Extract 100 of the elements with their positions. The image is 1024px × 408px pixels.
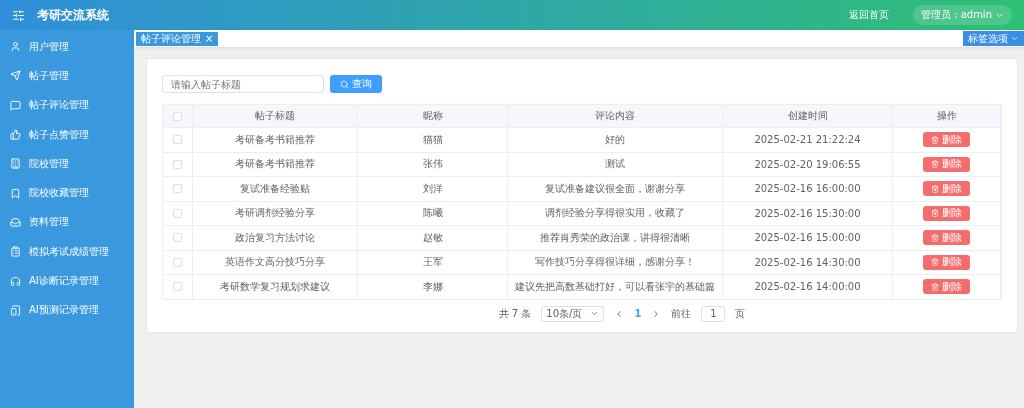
checkbox[interactable] [173,184,182,194]
goto-label: 前往 [671,306,692,321]
table-cell: 测试 [508,151,723,176]
user-icon [10,41,21,53]
delete-button[interactable]: 删除 [923,279,970,295]
sidebar-item[interactable]: 帖子管理 [0,61,134,91]
sidebar-item[interactable]: 模拟考试成绩管理 [0,237,134,267]
table-cell: 复试准备建议很全面，谢谢分享 [508,176,723,201]
close-icon[interactable]: × [205,33,214,44]
trash-icon [931,233,939,242]
delete-button[interactable]: 删除 [923,205,970,221]
search-icon [340,79,349,89]
delete-button[interactable]: 删除 [923,254,970,270]
checkbox[interactable] [173,111,182,121]
column-header: 帖子标题 [193,105,358,127]
sidebar-label: 模拟考试成绩管理 [29,244,109,259]
sidebar-item[interactable]: 用户管理 [0,32,134,62]
table-cell: 刘洋 [358,176,508,201]
table-cell: 2025-02-20 19:06:55 [723,151,893,176]
table-cell: 李娜 [358,274,508,299]
paper-plane-icon [10,70,21,82]
table-cell: 猫猫 [358,127,508,152]
checkbox[interactable] [173,159,182,169]
table-cell: 2025-02-21 21:22:24 [723,127,893,152]
headphones-icon [10,275,21,287]
search-button[interactable]: 查询 [330,75,382,93]
table-cell: 考研备考书籍推荐 [193,127,358,152]
table-cell: 考研数学复习规划求建议 [193,274,358,299]
sidebar-item[interactable]: AI诊断记录管理 [0,266,134,296]
page-tab[interactable]: 帖子评论管理 × [136,31,219,46]
sidebar-item[interactable]: 资料管理 [0,207,134,238]
sidebar-label: 资料管理 [29,215,69,230]
thumbs-up-icon [10,129,21,141]
trash-icon [931,258,939,267]
checkbox[interactable] [173,257,182,267]
caret-icon [590,309,600,318]
total-count: 共 7 条 [498,306,532,321]
table-cell: 2025-02-16 15:30:00 [723,200,893,225]
table-cell: 2025-02-16 15:00:00 [723,225,893,250]
table-cell: 2025-02-16 14:00:00 [723,274,893,299]
sidebar-item[interactable]: 帖子评论管理 [0,90,134,120]
column-header: 创建时间 [723,105,893,127]
tray-icon [10,216,21,228]
chat-icon [10,99,21,111]
sidebar-label: 帖子评论管理 [29,98,89,113]
sidebar-label: AI预测记录管理 [29,303,99,318]
checkbox[interactable] [173,233,182,243]
sidebar-item[interactable]: 帖子点赞管理 [0,119,134,150]
table-cell: 英语作文高分技巧分享 [193,249,358,274]
table-cell: 好的 [508,127,723,152]
table-cell: 复试准备经验贴 [193,176,358,201]
page-number[interactable]: 1 [634,308,642,319]
table-cell: 赵敏 [358,225,508,250]
trash-icon [931,160,939,169]
search-field[interactable]: 请输入帖子标题 [162,75,324,93]
sidebar-label: 用户管理 [29,39,69,54]
sidebar-item[interactable]: AI预测记录管理 [0,295,134,325]
table-cell: 政治复习方法讨论 [193,225,358,250]
delete-button[interactable]: 删除 [923,181,970,197]
checkbox[interactable] [173,135,182,145]
trash-icon [931,209,939,218]
caret-icon [1010,34,1019,43]
table-cell: 推荐肖秀荣的政治课，讲得很清晰 [508,225,723,250]
bookmark-icon [10,187,21,199]
table-cell: 2025-02-16 14:30:00 [723,249,893,274]
column-header: 操作 [893,105,1001,127]
building-icon [10,158,21,170]
table-cell: 张伟 [358,151,508,176]
delete-button[interactable]: 删除 [923,230,970,246]
trash-icon [931,282,939,291]
table-cell: 考研备考书籍推荐 [193,151,358,176]
delete-button[interactable]: 删除 [923,156,970,172]
trash-icon [931,135,939,144]
table-cell: 陈曦 [358,200,508,225]
delete-button[interactable]: 删除 [923,132,970,148]
checkbox[interactable] [173,208,182,218]
table-cell: 考研调剂经验分享 [193,200,358,225]
sidebar-label: 院校管理 [29,156,69,171]
table-cell: 写作技巧分享得很详细，感谢分享！ [508,249,723,274]
table-cell: 建议先把高数基础打好，可以看张宇的基础篇 [508,274,723,299]
clipboard-icon [10,246,21,258]
user-menu-button[interactable]: 管理员：admin [912,5,1012,25]
page-input[interactable]: 1 [701,305,726,322]
sidebar-item[interactable]: 院校收藏管理 [0,178,134,208]
sidebar-item[interactable]: 院校管理 [0,149,134,179]
app-title: 考研交流系统 [37,6,110,24]
sidebar-label: 帖子管理 [29,68,69,83]
menu-icon[interactable] [12,8,25,22]
home-link[interactable]: 返回首页 [848,8,889,22]
checkbox[interactable] [173,282,182,292]
column-header: 昵称 [358,105,508,127]
column-header: 评论内容 [508,105,723,127]
table-cell: 调剂经验分享得很实用，收藏了 [508,200,723,225]
page-size-select[interactable]: 10条/页 [541,305,605,322]
sidebar-label: 院校收藏管理 [29,186,89,201]
trash-icon [931,184,939,193]
page-suffix: 页 [735,306,746,321]
tablet-icon [10,304,21,316]
sidebar-label: 帖子点赞管理 [29,127,89,142]
tab-options-button[interactable]: 标签选项 [963,31,1024,46]
